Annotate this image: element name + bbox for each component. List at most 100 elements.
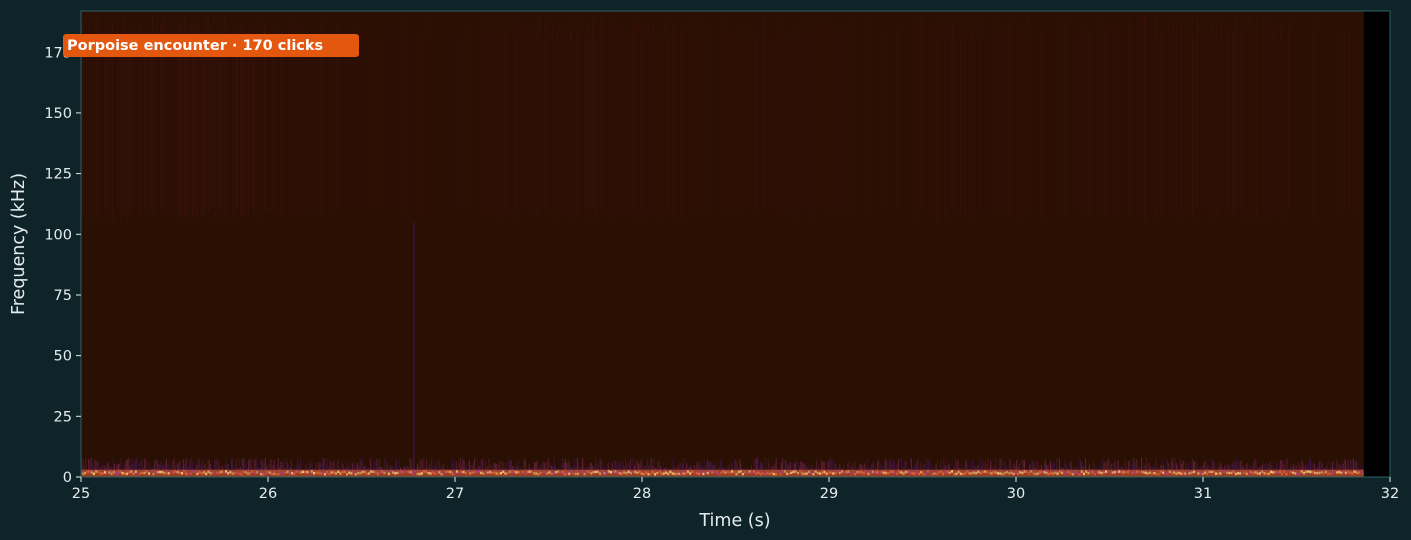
noise-hotspot xyxy=(418,472,421,476)
noise-hotspot xyxy=(434,472,436,475)
noise-hotspot xyxy=(304,471,307,474)
noise-hotspot xyxy=(508,470,511,473)
x-tick-label: 32 xyxy=(1381,486,1399,502)
noise-hotspot xyxy=(258,471,260,474)
noise-hotspot xyxy=(159,470,161,474)
noise-hotspot xyxy=(638,470,641,474)
noise-hotspot xyxy=(999,472,1002,475)
noise-hotspot xyxy=(585,470,588,473)
noise-hotspot xyxy=(986,470,989,474)
noise-hotspot xyxy=(451,472,454,476)
noise-hotspot xyxy=(792,470,795,473)
noise-hotspot xyxy=(539,471,542,475)
noise-hotspot xyxy=(306,470,309,474)
noise-hotspot xyxy=(1281,472,1283,476)
noise-hotspot xyxy=(750,471,753,474)
noise-hotspot xyxy=(1017,472,1019,476)
noise-hotspot xyxy=(361,470,364,474)
noise-hotspot xyxy=(288,472,291,476)
noise-hotspot xyxy=(1320,471,1323,474)
noise-hotspot xyxy=(997,472,1000,475)
noise-hotspot xyxy=(766,472,769,475)
noise-hotspot xyxy=(143,471,146,475)
noise-hotspot xyxy=(374,471,377,474)
noise-hotspot xyxy=(1087,472,1090,475)
noise-hotspot xyxy=(920,471,923,474)
noise-hotspot xyxy=(207,470,210,473)
noise-hotspot xyxy=(801,472,804,475)
noise-hotspot xyxy=(1197,472,1200,475)
noise-hotspot xyxy=(726,470,729,474)
noise-hotspot xyxy=(900,471,903,474)
noise-hotspot xyxy=(1360,471,1363,474)
noise-hotspot xyxy=(363,470,366,474)
noise-hotspot xyxy=(1080,470,1083,473)
noise-hotspot xyxy=(636,471,639,474)
noise-hotspot xyxy=(1298,472,1301,476)
noise-hotspot xyxy=(176,471,179,474)
noise-hotspot xyxy=(1261,470,1264,473)
noise-hotspot xyxy=(995,471,997,474)
noise-hotspot xyxy=(1109,473,1112,476)
noise-hotspot xyxy=(832,472,835,475)
noise-hotspot xyxy=(1149,471,1151,474)
noise-hotspot xyxy=(825,472,828,475)
noise-hotspot xyxy=(698,472,700,475)
noise-hotspot xyxy=(440,473,443,476)
noise-hotspot xyxy=(867,472,870,476)
noise-hotspot xyxy=(425,470,428,473)
noise-hotspot xyxy=(1223,470,1226,473)
noise-hotspot xyxy=(1239,472,1242,475)
noise-hotspot xyxy=(581,470,584,473)
noise-hotspot xyxy=(398,470,401,473)
noise-hotspot xyxy=(1254,471,1257,474)
noise-hotspot xyxy=(170,470,172,474)
noise-hotspot xyxy=(680,472,683,475)
noise-hotspot xyxy=(517,471,520,474)
noise-hotspot xyxy=(121,471,124,475)
noise-hotspot xyxy=(1182,472,1184,475)
noise-hotspot xyxy=(1091,471,1094,474)
noise-hotspot xyxy=(1102,471,1105,475)
noise-hotspot xyxy=(1193,470,1195,474)
noise-hotspot xyxy=(731,470,733,473)
noise-hotspot xyxy=(878,471,881,474)
noise-hotspot xyxy=(748,470,751,473)
noise-hotspot xyxy=(1173,471,1176,474)
noise-hotspot xyxy=(1188,472,1191,475)
y-axis-label: Frequency (kHz) xyxy=(9,173,29,315)
noise-hotspot xyxy=(755,472,758,475)
noise-hotspot xyxy=(137,473,139,476)
noise-hotspot xyxy=(722,470,725,473)
noise-hotspot xyxy=(893,471,896,475)
noise-hotspot xyxy=(174,470,177,473)
noise-hotspot xyxy=(293,472,296,475)
noise-hotspot xyxy=(568,472,571,475)
noise-hotspot xyxy=(123,472,126,476)
noise-hotspot xyxy=(467,470,469,473)
noise-hotspot xyxy=(1067,471,1070,474)
noise-hotspot xyxy=(1107,470,1110,473)
noise-hotspot xyxy=(555,471,557,474)
noise-hotspot xyxy=(935,473,938,476)
noise-hotspot xyxy=(962,472,964,476)
noise-hotspot xyxy=(1012,472,1015,476)
noise-hotspot xyxy=(511,472,513,475)
noise-hotspot xyxy=(504,472,507,475)
noise-hotspot xyxy=(1120,471,1123,474)
y-tick-label: 50 xyxy=(54,349,72,365)
noise-hotspot xyxy=(838,471,841,475)
noise-hotspot xyxy=(1056,472,1059,475)
noise-hotspot xyxy=(275,473,278,476)
noise-hotspot xyxy=(1300,470,1303,473)
noise-hotspot xyxy=(735,473,738,476)
noise-hotspot xyxy=(359,472,362,475)
noise-hotspot xyxy=(244,471,247,474)
noise-hotspot xyxy=(955,472,958,476)
noise-hotspot xyxy=(918,472,920,475)
noise-hotspot xyxy=(1034,472,1037,476)
noise-hotspot xyxy=(665,471,667,474)
noise-hotspot xyxy=(973,471,975,474)
noise-hotspot xyxy=(667,472,670,476)
noise-hotspot xyxy=(407,470,410,474)
